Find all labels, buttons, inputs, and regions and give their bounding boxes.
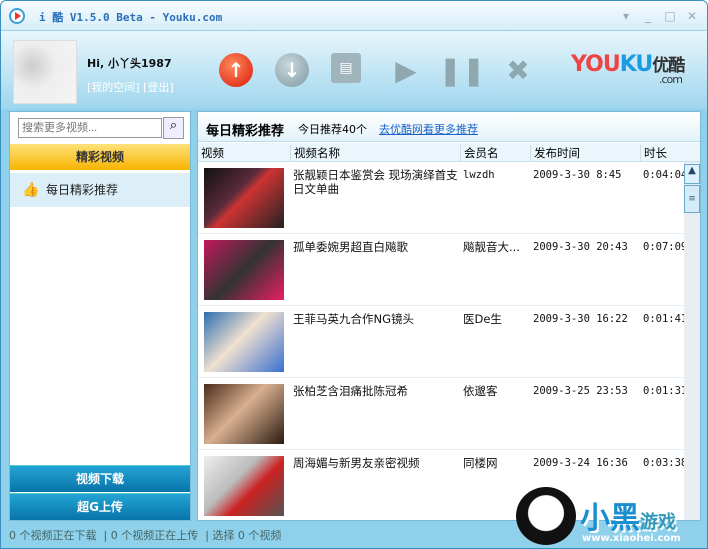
minimize-button[interactable]: _ <box>641 9 655 23</box>
video-duration: 0:01:31 <box>643 385 687 397</box>
column-headers: 视频 视频名称 会员名 发布时间 时长 <box>198 143 700 162</box>
sidebar: ⌕ 精彩视频 👍每日精彩推荐 视频下载 超G上传 <box>9 111 191 521</box>
my-space-link[interactable]: [我的空间] <box>87 81 140 94</box>
video-user: lwzdh <box>463 169 495 181</box>
stop-button[interactable]: ✖ <box>501 53 535 87</box>
more-link[interactable]: 去优酷网看更多推荐 <box>379 121 478 137</box>
video-user: 同楼网 <box>463 456 498 470</box>
status-uploading: 0 个视频正在上传 <box>110 529 199 542</box>
status-bar: 0 个视频正在下载 | 0 个视频正在上传 | 选择 0 个视频 <box>9 529 282 542</box>
video-user: 医De生 <box>463 312 502 326</box>
pause-icon: ❚❚ <box>438 53 486 87</box>
download-button[interactable]: ↓ <box>275 53 309 87</box>
video-name: 孤单委婉男超直白飚歌 <box>293 240 408 254</box>
video-date: 2009-3-30 8:45 <box>533 169 622 181</box>
col-duration[interactable]: 时长 <box>640 145 700 162</box>
vertical-scrollbar[interactable]: ▲ ≡ <box>684 162 700 520</box>
stop-icon: ✖ <box>506 53 530 87</box>
video-name: 王菲马英九合作NG镜头 <box>293 312 415 326</box>
video-duration: 0:03:38 <box>643 457 687 469</box>
window-title: i 酷 V1.5.0 Beta - Youku.com <box>39 11 223 24</box>
save-icon: ▤ <box>339 60 353 76</box>
table-row[interactable]: 张靓颖日本鉴赏会 现场演绎首支日文单曲 lwzdh 2009-3-30 8:45… <box>198 162 687 234</box>
video-thumbnail[interactable] <box>204 168 284 228</box>
search-button[interactable]: ⌕ <box>163 117 184 139</box>
avatar[interactable] <box>13 40 77 104</box>
video-name: 周海媚与新男友亲密视频 <box>293 456 420 470</box>
menu-icon[interactable]: ▾ <box>619 9 633 23</box>
status-downloading: 0 个视频正在下载 <box>9 529 97 542</box>
upload-button-large[interactable]: 超G上传 <box>10 493 190 520</box>
search-input[interactable] <box>18 118 162 138</box>
pause-button[interactable]: ❚❚ <box>439 53 486 87</box>
scroll-up-icon[interactable]: ▲ <box>684 164 700 184</box>
video-date: 2009-3-30 20:43 <box>533 241 628 253</box>
video-duration: 0:04:04 <box>643 169 687 181</box>
page-title: 每日精彩推荐 <box>206 124 285 139</box>
save-button[interactable]: ▤ <box>331 53 361 83</box>
video-name: 张靓颖日本鉴赏会 现场演绎首支日文单曲 <box>293 168 458 196</box>
app-icon <box>9 8 25 24</box>
col-user[interactable]: 会员名 <box>460 145 499 162</box>
main-panel: 每日精彩推荐 今日推荐40个 去优酷网看更多推荐 视频 视频名称 会员名 发布时… <box>197 111 701 521</box>
youku-logo: YOUKU优酷 .com <box>571 52 685 86</box>
table-row[interactable]: 张柏芝含泪痛批陈冠希 依邈客 2009-3-25 23:53 0:01:31 <box>198 378 687 450</box>
video-thumbnail[interactable] <box>204 456 284 516</box>
thumbs-up-icon: 👍 <box>22 182 40 198</box>
video-date: 2009-3-30 16:22 <box>533 313 628 325</box>
watermark-logo: 小黑游戏 www.xiaohei.com <box>516 479 706 548</box>
video-date: 2009-3-24 16:36 <box>533 457 628 469</box>
video-user: 依邈客 <box>463 384 498 398</box>
download-icon: ↓ <box>283 58 301 82</box>
logout-link[interactable]: [登出] <box>143 81 174 94</box>
category-header[interactable]: 精彩视频 <box>10 144 190 170</box>
table-row[interactable]: 王菲马英九合作NG镜头 医De生 2009-3-30 16:22 0:01:41 <box>198 306 687 378</box>
table-row[interactable]: 孤单委婉男超直白飚歌 飚靓音大... 2009-3-30 20:43 0:07:… <box>198 234 687 306</box>
header: Hi, 小丫头1987 [我的空间] [登出] ↑ ↓ ▤ ▶ ❚❚ ✖ YOU… <box>1 31 707 109</box>
upload-button[interactable]: ↑ <box>219 53 253 87</box>
video-date: 2009-3-25 23:53 <box>533 385 628 397</box>
video-download-button[interactable]: 视频下载 <box>10 465 190 492</box>
col-video[interactable]: 视频 <box>198 145 224 162</box>
video-thumbnail[interactable] <box>204 312 284 372</box>
video-duration: 0:07:09 <box>643 241 687 253</box>
app-window: i 酷 V1.5.0 Beta - Youku.com ▾ _ □ ✕ Hi, … <box>0 0 708 549</box>
video-name: 张柏芝含泪痛批陈冠希 <box>293 384 408 398</box>
greeting: Hi, 小丫头1987 <box>87 57 172 70</box>
play-button[interactable]: ▶ <box>389 53 423 87</box>
video-thumbnail[interactable] <box>204 384 284 444</box>
play-icon: ▶ <box>395 53 417 87</box>
video-user: 飚靓音大... <box>463 240 520 254</box>
title-bar: i 酷 V1.5.0 Beta - Youku.com ▾ _ □ ✕ <box>1 1 707 31</box>
maximize-button[interactable]: □ <box>663 9 677 23</box>
video-thumbnail[interactable] <box>204 240 284 300</box>
upload-icon: ↑ <box>227 58 245 82</box>
recommend-count: 今日推荐40个 <box>298 123 367 136</box>
status-selected: 选择 0 个视频 <box>212 529 282 542</box>
scroll-thumb[interactable]: ≡ <box>684 185 700 213</box>
sidebar-item-daily[interactable]: 👍 每日精彩推荐 <box>10 173 190 207</box>
close-button[interactable]: ✕ <box>685 9 699 23</box>
video-duration: 0:01:41 <box>643 313 687 325</box>
search-icon: ⌕ <box>169 118 178 133</box>
col-date[interactable]: 发布时间 <box>530 145 580 162</box>
col-name[interactable]: 视频名称 <box>290 145 340 162</box>
